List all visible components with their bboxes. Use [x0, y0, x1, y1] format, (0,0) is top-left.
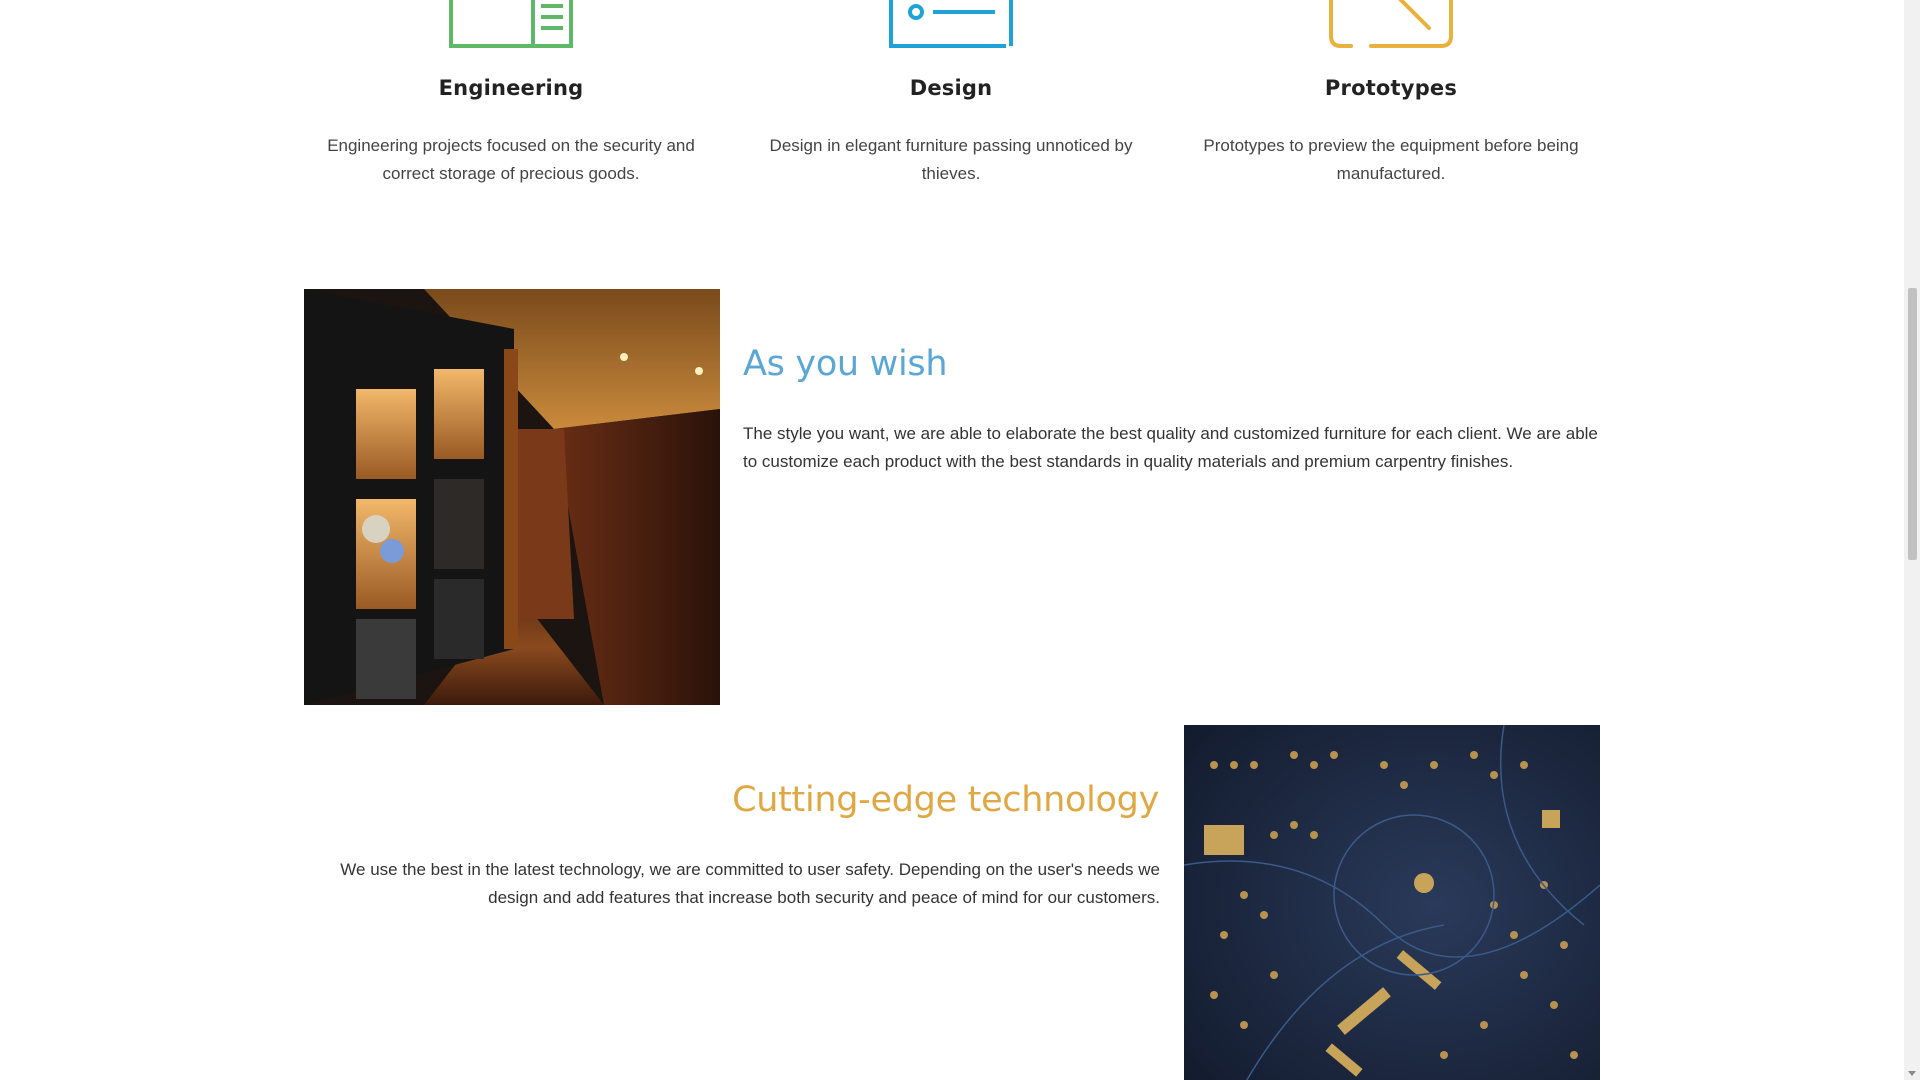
- section-title-as-you-wish: As you wish: [743, 344, 948, 384]
- feature-description: Design in elegant furniture passing unno…: [769, 136, 1133, 183]
- prototype-arrow-icon: [1329, 0, 1453, 55]
- feature-title: Engineering: [438, 76, 584, 100]
- feature-title: Design: [909, 76, 993, 100]
- scrollbar-thumb[interactable]: [1908, 288, 1917, 560]
- blueprint-icon: [449, 0, 573, 55]
- section-text-cutting-edge-technology: We use the best in the latest technology…: [340, 860, 1160, 907]
- circuit-board-photo: [1184, 725, 1600, 1080]
- section-text-as-you-wish: The style you want, we are able to elabo…: [743, 424, 1598, 471]
- page: Engineering Engineering projects focused…: [0, 0, 1904, 1080]
- feature-title: Prototypes: [1324, 76, 1458, 100]
- scroll-down-arrow-icon[interactable]: [1908, 1071, 1916, 1076]
- feature-description: Engineering projects focused on the secu…: [327, 136, 695, 183]
- section-title-cutting-edge-technology: Cutting-edge technology: [732, 780, 1159, 820]
- wood-interior-shelves-photo: [304, 289, 720, 705]
- design-card-icon: [889, 0, 1013, 55]
- feature-description: Prototypes to preview the equipment befo…: [1203, 136, 1579, 183]
- vertical-scrollbar[interactable]: [1904, 0, 1920, 1080]
